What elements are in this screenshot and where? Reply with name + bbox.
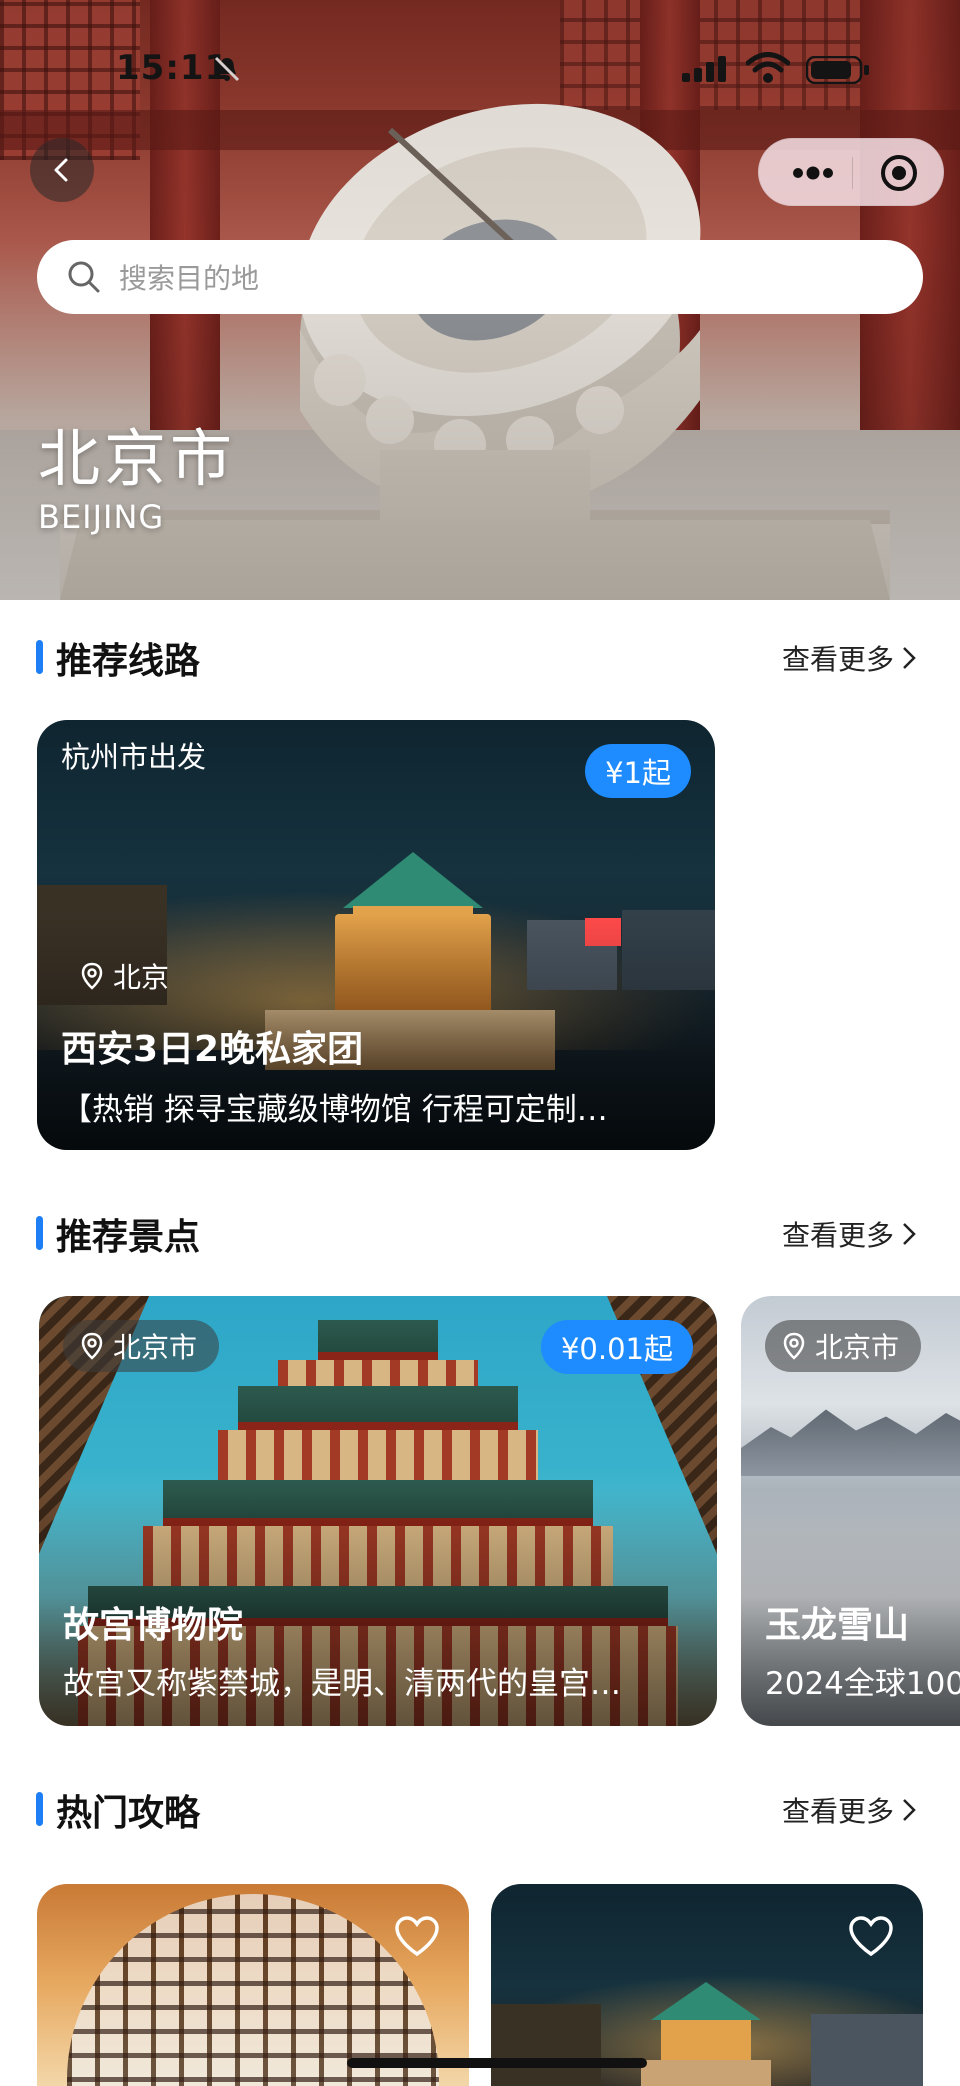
see-more-label: 查看更多	[781, 1795, 894, 1828]
search-icon	[68, 261, 100, 293]
spot-location-pill: 北京市	[63, 1320, 220, 1372]
see-more-guides-link[interactable]: 查看更多	[782, 1790, 916, 1830]
route-card[interactable]: 杭州市出发 ¥1起 北京 西安3日2晚私家团 【热销 探寻宝藏级博物馆 行程可定…	[37, 720, 715, 1150]
see-more-spots-link[interactable]: 查看更多	[782, 1214, 916, 1254]
spot-title: 故宫博物院	[63, 1605, 244, 1646]
spot-desc: 2024全球100	[765, 1666, 960, 1702]
route-location-text: 北京	[113, 961, 170, 994]
bell-tower-roof	[343, 852, 483, 916]
route-location: 北京	[81, 956, 169, 996]
more-options-button[interactable]	[783, 157, 843, 189]
departure-label: 杭州市出发	[61, 740, 207, 774]
guide-card[interactable]	[491, 1884, 923, 2086]
location-pin-icon	[81, 1332, 103, 1360]
snow-mountain	[741, 1409, 960, 1476]
close-miniprogram-button[interactable]	[869, 153, 929, 193]
wifi-icon	[746, 52, 790, 83]
search-bar[interactable]: 搜索目的地	[37, 240, 923, 314]
section-title: 推荐线路	[56, 641, 201, 682]
city-title: 北京市	[38, 422, 237, 495]
guide-card[interactable]	[37, 1884, 469, 2086]
status-bar: 15:11	[0, 46, 960, 90]
guide-building	[491, 2004, 601, 2086]
spot-card[interactable]: 北京市 ¥0.01起 故宫博物院 故宫又称紫禁城，是明、清两代的皇宫…	[39, 1296, 717, 1726]
pagoda-tier	[318, 1320, 438, 1360]
bell-muted-icon	[214, 56, 240, 82]
home-indicator[interactable]	[347, 2058, 647, 2068]
pagoda-wall	[218, 1430, 538, 1480]
chevron-left-icon	[54, 158, 68, 182]
section-accent-bar	[36, 1792, 43, 1826]
route-desc: 【热销 探寻宝藏级博物馆 行程可定制…	[61, 1092, 608, 1128]
see-more-label: 查看更多	[781, 643, 894, 676]
heart-icon[interactable]	[393, 1914, 441, 1958]
capsule-divider	[852, 157, 853, 189]
chevron-right-icon	[903, 1223, 916, 1245]
bell-tower-illustration	[641, 1982, 771, 2086]
guide-building	[811, 2014, 923, 2086]
section-header-routes: 推荐线路 查看更多	[36, 628, 924, 682]
spot-location-text: 北京市	[113, 1331, 198, 1364]
spot-desc: 故宫又称紫禁城，是明、清两代的皇宫…	[63, 1666, 621, 1702]
pagoda-tier	[238, 1386, 518, 1430]
pagoda-wall	[278, 1360, 478, 1386]
price-badge: ¥0.01起	[540, 1320, 693, 1374]
back-button[interactable]	[30, 138, 94, 202]
section-title: 热门攻略	[56, 1793, 201, 1834]
spot-location-text: 北京市	[815, 1331, 900, 1364]
price-badge: ¥1起	[585, 744, 691, 798]
more-dots-icon	[793, 166, 833, 180]
section-header-spots: 推荐景点 查看更多	[36, 1204, 924, 1258]
section-title: 推荐景点	[56, 1217, 201, 1258]
spot-card[interactable]: 北京市 玉龙雪山 2024全球100	[741, 1296, 960, 1726]
spot-title: 玉龙雪山	[765, 1605, 910, 1646]
battery-icon	[806, 56, 869, 84]
location-pin-icon	[783, 1332, 805, 1360]
miniprogram-capsule	[758, 138, 944, 206]
spot-location-pill: 北京市	[765, 1320, 922, 1372]
section-accent-bar	[36, 640, 43, 674]
see-more-routes-link[interactable]: 查看更多	[782, 638, 916, 678]
search-placeholder: 搜索目的地	[119, 262, 260, 295]
chevron-right-icon	[903, 1799, 916, 1821]
target-circle-icon	[881, 155, 917, 191]
section-header-guides: 热门攻略 查看更多	[36, 1780, 924, 1834]
chevron-right-icon	[903, 647, 916, 669]
route-title: 西安3日2晚私家团	[61, 1029, 364, 1070]
see-more-label: 查看更多	[781, 1219, 894, 1252]
location-pin-icon	[81, 962, 103, 990]
city-subtitle: BEIJING	[38, 498, 165, 536]
cellular-signal-icon	[682, 56, 726, 82]
section-accent-bar	[36, 1216, 43, 1250]
heart-icon[interactable]	[847, 1914, 895, 1958]
